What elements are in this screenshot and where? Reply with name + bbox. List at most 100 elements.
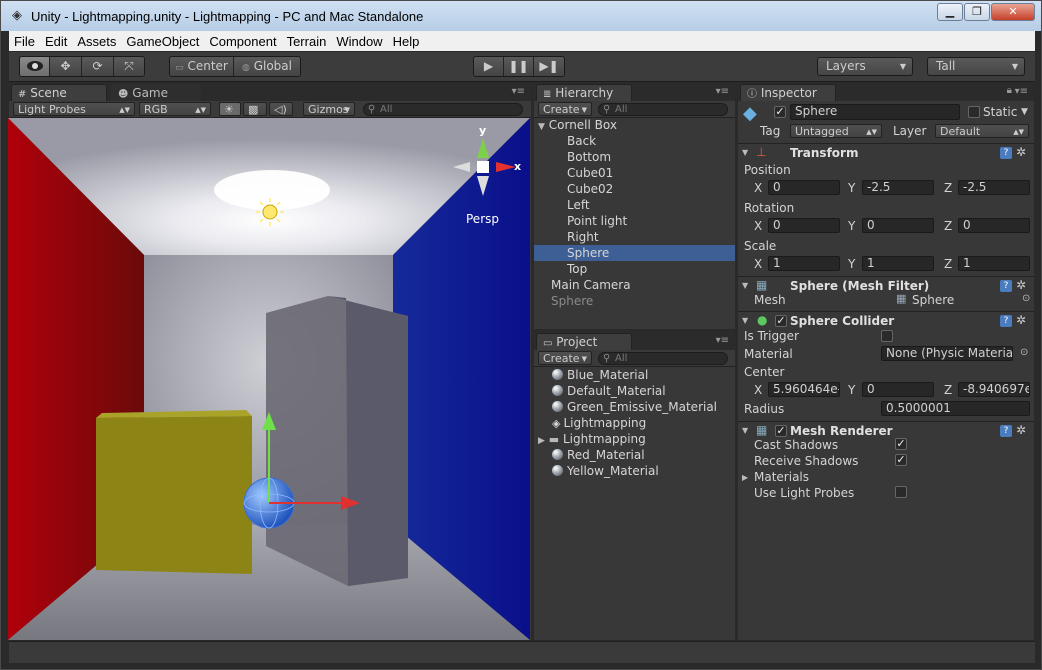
mesh-value[interactable]: Sphere [912,293,954,307]
mesh-filter-header[interactable]: ▼ ▦ Sphere (Mesh Filter) ? ✲ [738,276,1034,294]
project-item-lightmapping-scene[interactable]: ◈ Lightmapping [552,415,646,431]
scale-z-field[interactable]: 1 [958,256,1030,271]
pivot-center-button[interactable]: ▭ Center [170,57,234,76]
renderer-enabled-checkbox[interactable]: ✓ [775,425,787,437]
hierarchy-item-bottom[interactable]: Bottom [534,149,735,165]
pivot-global-button[interactable]: ◍ Global [234,57,300,76]
fold-arrow-icon[interactable]: ▼ [742,426,748,435]
fold-arrow-icon[interactable]: ▶ [742,473,748,482]
hierarchy-item-top[interactable]: Top [534,261,735,277]
tab-project[interactable]: ▭ Project [536,333,632,350]
scale-x-field[interactable]: 1 [768,256,840,271]
fold-arrow-icon[interactable]: ▼ [742,281,748,290]
scene-fx-toggle[interactable]: ▩ [243,102,267,116]
project-item-yellow-material[interactable]: Yellow_Material [552,463,659,479]
receive-shadows-checkbox[interactable]: ✓ [895,454,907,466]
active-checkbox[interactable]: ✓ [774,106,786,118]
materials-label[interactable]: Materials [754,470,809,484]
hierarchy-item-right[interactable]: Right [534,229,735,245]
scale-y-field[interactable]: 1 [862,256,934,271]
gear-icon[interactable]: ✲ [1016,278,1026,292]
scene-lighting-toggle[interactable]: ☀ [219,102,241,116]
maximize-button[interactable]: ❐ [964,3,990,21]
position-z-field[interactable]: -2.5 [958,180,1030,195]
hierarchy-item-left[interactable]: Left [534,197,735,213]
radius-field[interactable]: 0.5000001 [881,401,1030,416]
project-item-blue-material[interactable]: Blue_Material [552,367,648,383]
render-mode-dropdown[interactable]: Light Probes ▲▼ [13,102,135,116]
use-light-probes-checkbox[interactable] [895,486,907,498]
help-icon[interactable]: ? [1000,315,1012,327]
center-z-field[interactable]: -8.940697e [958,382,1030,397]
is-trigger-checkbox[interactable] [881,330,893,342]
hierarchy-item-back[interactable]: Back [534,133,735,149]
position-y-field[interactable]: -2.5 [862,180,934,195]
collider-enabled-checkbox[interactable]: ✓ [775,315,787,327]
rotation-z-field[interactable]: 0 [958,218,1030,233]
panel-menu-icon[interactable]: ▾≡ [512,86,525,97]
menu-assets[interactable]: Assets [72,34,121,49]
rotation-y-field[interactable]: 0 [862,218,934,233]
lock-icon[interactable]: 🔒︎ [1007,85,1012,96]
gear-icon[interactable]: ✲ [1016,145,1026,159]
hierarchy-item-sphere-prefab[interactable]: Sphere [534,293,735,309]
tab-scene[interactable]: # Scene [11,84,107,101]
menu-help[interactable]: Help [388,34,425,49]
hierarchy-item-cube01[interactable]: Cube01 [534,165,735,181]
tab-inspector[interactable]: ⓘ Inspector [740,84,836,101]
menu-window[interactable]: Window [331,34,387,49]
hierarchy-item-sphere-selected[interactable]: Sphere [534,245,735,261]
collider-material-field[interactable]: None (Physic Material) [881,346,1013,361]
hierarchy-search-input[interactable]: ⚲ All [598,103,728,116]
gizmos-dropdown[interactable]: Gizmos ▼ [303,102,355,116]
close-button[interactable]: ✕ [991,3,1035,21]
scene-audio-toggle[interactable]: ◁) [269,102,293,116]
position-x-field[interactable]: 0 [768,180,840,195]
step-button[interactable]: ▶❚ [534,57,564,76]
help-icon[interactable]: ? [1000,147,1012,159]
fold-arrow-icon[interactable]: ▼ [742,316,748,325]
color-mode-dropdown[interactable]: RGB ▲▼ [139,102,211,116]
hierarchy-item-cube02[interactable]: Cube02 [534,181,735,197]
minimize-button[interactable]: ▁ [937,3,963,21]
menu-edit[interactable]: Edit [40,34,72,49]
object-name-field[interactable]: Sphere [790,104,960,120]
project-search-input[interactable]: ⚲ All [598,352,728,365]
mesh-renderer-header[interactable]: ▼ ▦ ✓ Mesh Renderer ? ✲ [738,421,1034,439]
tab-game[interactable]: ☻ Game [111,84,201,101]
transform-header[interactable]: ▼ ⊥ Transform ? ✲ [738,143,1034,161]
expand-arrow-icon[interactable]: ▶ [538,436,545,446]
layout-dropdown[interactable]: Tall ▼ [927,57,1025,76]
tab-hierarchy[interactable]: ≣ Hierarchy [536,84,632,101]
help-icon[interactable]: ? [1000,280,1012,292]
layers-dropdown[interactable]: Layers ▼ [817,57,913,76]
pause-button[interactable]: ❚❚ [504,57,534,76]
project-item-green-emissive-material[interactable]: Green_Emissive_Material [552,399,717,415]
sphere-collider-header[interactable]: ▼ ● ✓ Sphere Collider ? ✲ [738,311,1034,329]
cast-shadows-checkbox[interactable]: ✓ [895,438,907,450]
view-tool-button[interactable] [20,57,50,76]
scene-viewport[interactable]: y x Persp [8,118,530,640]
project-item-lightmapping-folder[interactable]: ▶ ▬ Lightmapping [538,431,646,447]
rotate-tool-button[interactable]: ⟳ [82,57,114,76]
move-tool-button[interactable]: ✥ [50,57,82,76]
project-item-red-material[interactable]: Red_Material [552,447,645,463]
expand-arrow-icon[interactable]: ▼ [538,122,545,132]
menu-component[interactable]: Component [204,34,281,49]
tag-dropdown[interactable]: Untagged ▲▼ [790,124,882,138]
panel-menu-icon[interactable]: ▾≡ [716,335,729,346]
center-x-field[interactable]: 5.960464e- [768,382,840,397]
play-button[interactable]: ▶ [474,57,504,76]
rotation-x-field[interactable]: 0 [768,218,840,233]
panel-menu-icon[interactable]: ▾≡ [716,86,729,97]
project-create-dropdown[interactable]: Create ▼ [538,351,592,365]
object-picker-icon[interactable]: ⊙ [1022,293,1030,304]
hierarchy-item-cornell-box[interactable]: ▼ Cornell Box [534,117,735,133]
center-y-field[interactable]: 0 [862,382,934,397]
chevron-down-icon[interactable]: ▼ [1021,107,1028,117]
help-icon[interactable]: ? [1000,425,1012,437]
object-picker-icon[interactable]: ⊙ [1020,347,1028,358]
fold-arrow-icon[interactable]: ▼ [742,148,748,157]
hierarchy-item-point-light[interactable]: Point light [534,213,735,229]
hierarchy-item-main-camera[interactable]: Main Camera [534,277,735,293]
